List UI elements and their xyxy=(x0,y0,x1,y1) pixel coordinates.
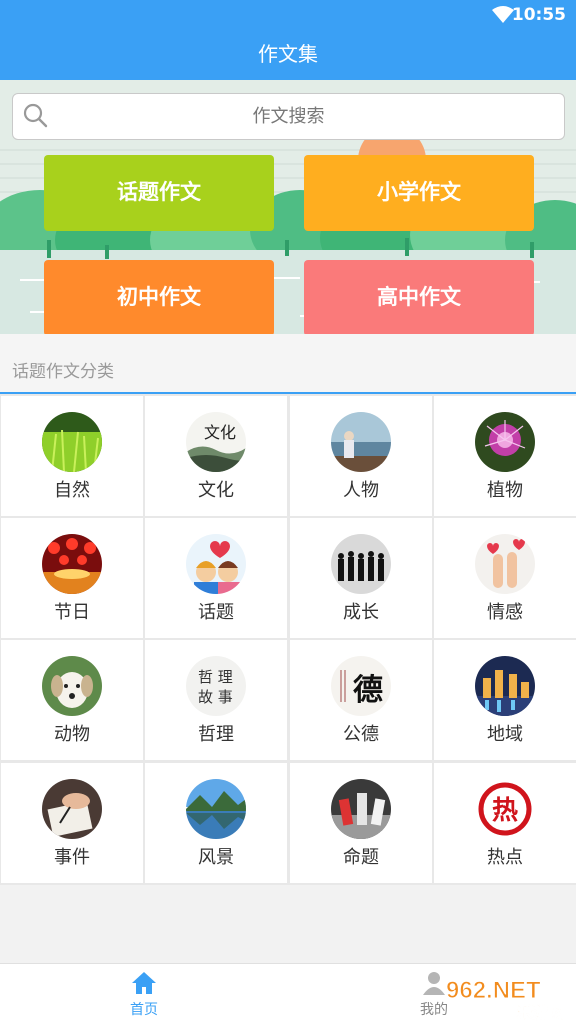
puppy-photo-icon xyxy=(42,656,102,716)
topic-label: 动物 xyxy=(54,724,90,745)
thumb-morality-text: 德 xyxy=(353,673,383,708)
search-placeholder: 作文搜索 xyxy=(252,106,325,127)
topic-item-scenery[interactable]: 风景 xyxy=(145,763,287,883)
watermark-logo: 962.NET 乐游网 xyxy=(446,977,565,1023)
wifi-icon xyxy=(492,6,514,23)
lake-landscape-photo-icon xyxy=(186,779,246,839)
high-school-essay-button[interactable]: 高中作文 xyxy=(304,260,534,336)
svg-text:962.NET: 962.NET xyxy=(446,977,541,1004)
thumb-culture-text: 文化 xyxy=(204,423,236,442)
topic-label: 命题 xyxy=(343,847,379,868)
topic-item-region[interactable]: 地域 xyxy=(434,640,576,760)
grass-photo-icon xyxy=(42,412,102,472)
city-night-photo-icon xyxy=(475,656,535,716)
topic-label: 文化 xyxy=(198,480,234,501)
topic-label: 自然 xyxy=(54,480,90,501)
nav-home-tab[interactable]: 首页 xyxy=(112,964,176,1024)
topic-grid: 自然 文化 文化 人物 植物 节日 话题 成长 情感 动物 哲 理 故 事 哲理… xyxy=(0,394,576,885)
status-time: 10:55 xyxy=(511,5,566,25)
person-by-lake-photo-icon xyxy=(331,412,391,472)
middle-school-essay-button[interactable]: 初中作文 xyxy=(44,260,274,336)
topic-item-people[interactable]: 人物 xyxy=(290,396,432,516)
topic-item-public-morality[interactable]: 德 公德 xyxy=(290,640,432,760)
lanterns-photo-icon xyxy=(42,534,102,594)
topic-label: 话题 xyxy=(198,602,234,623)
topic-item-festival[interactable]: 节日 xyxy=(1,518,143,638)
topic-item-emotion[interactable]: 情感 xyxy=(434,518,576,638)
hot-stamp-photo-icon: 热 xyxy=(475,779,535,839)
topic-label: 热点 xyxy=(487,847,523,868)
svg-text:乐游网: 乐游网 xyxy=(516,1003,564,1022)
thumb-philosophy-line1: 哲 理 xyxy=(198,668,233,686)
topic-label: 公德 xyxy=(343,724,379,745)
topic-label: 情感 xyxy=(487,602,523,623)
topic-item-events[interactable]: 事件 xyxy=(1,763,143,883)
app-title: 作文集 xyxy=(0,30,576,80)
calligraphy-photo-icon: 哲 理 故 事 xyxy=(186,656,246,716)
primary-school-essay-button[interactable]: 小学作文 xyxy=(304,155,534,231)
topic-label: 成长 xyxy=(343,602,379,623)
purple-flower-photo-icon xyxy=(475,412,535,472)
topic-item-animals[interactable]: 动物 xyxy=(1,640,143,760)
pens-photo-icon xyxy=(331,779,391,839)
search-input[interactable]: 作文搜索 xyxy=(12,93,565,140)
thumb-hot-text: 热 xyxy=(492,796,518,826)
cartoon-couple-photo-icon xyxy=(186,534,246,594)
topic-item-culture[interactable]: 文化 文化 xyxy=(145,396,287,516)
topic-item-topic[interactable]: 话题 xyxy=(145,518,287,638)
topic-item-philosophy[interactable]: 哲 理 故 事 哲理 xyxy=(145,640,287,760)
topic-label: 哲理 xyxy=(198,724,234,745)
ink-painting-photo-icon: 文化 xyxy=(186,412,246,472)
topic-label: 地域 xyxy=(487,724,523,745)
writing-hand-photo-icon xyxy=(42,779,102,839)
topic-label: 事件 xyxy=(54,847,90,868)
nav-home-label: 首页 xyxy=(130,1002,158,1018)
status-bar: 10:55 xyxy=(0,0,576,30)
silhouettes-photo-icon xyxy=(331,534,391,594)
topic-essay-button[interactable]: 话题作文 xyxy=(44,155,274,231)
topic-item-plants[interactable]: 植物 xyxy=(434,396,576,516)
section-title: 话题作文分类 xyxy=(0,334,576,394)
topic-item-proposition[interactable]: 命题 xyxy=(290,763,432,883)
finger-hearts-photo-icon xyxy=(475,534,535,594)
de-calligraphy-photo-icon: 德 xyxy=(331,656,391,716)
topic-label: 节日 xyxy=(54,602,90,623)
topic-label: 人物 xyxy=(343,480,379,501)
thumb-philosophy-line2: 故 事 xyxy=(198,688,233,706)
topic-item-growth[interactable]: 成长 xyxy=(290,518,432,638)
topic-item-hot[interactable]: 热 热点 xyxy=(434,763,576,883)
home-icon xyxy=(132,972,156,994)
topic-item-nature[interactable]: 自然 xyxy=(1,396,143,516)
topic-label: 植物 xyxy=(487,480,523,501)
topic-label: 风景 xyxy=(198,847,234,868)
